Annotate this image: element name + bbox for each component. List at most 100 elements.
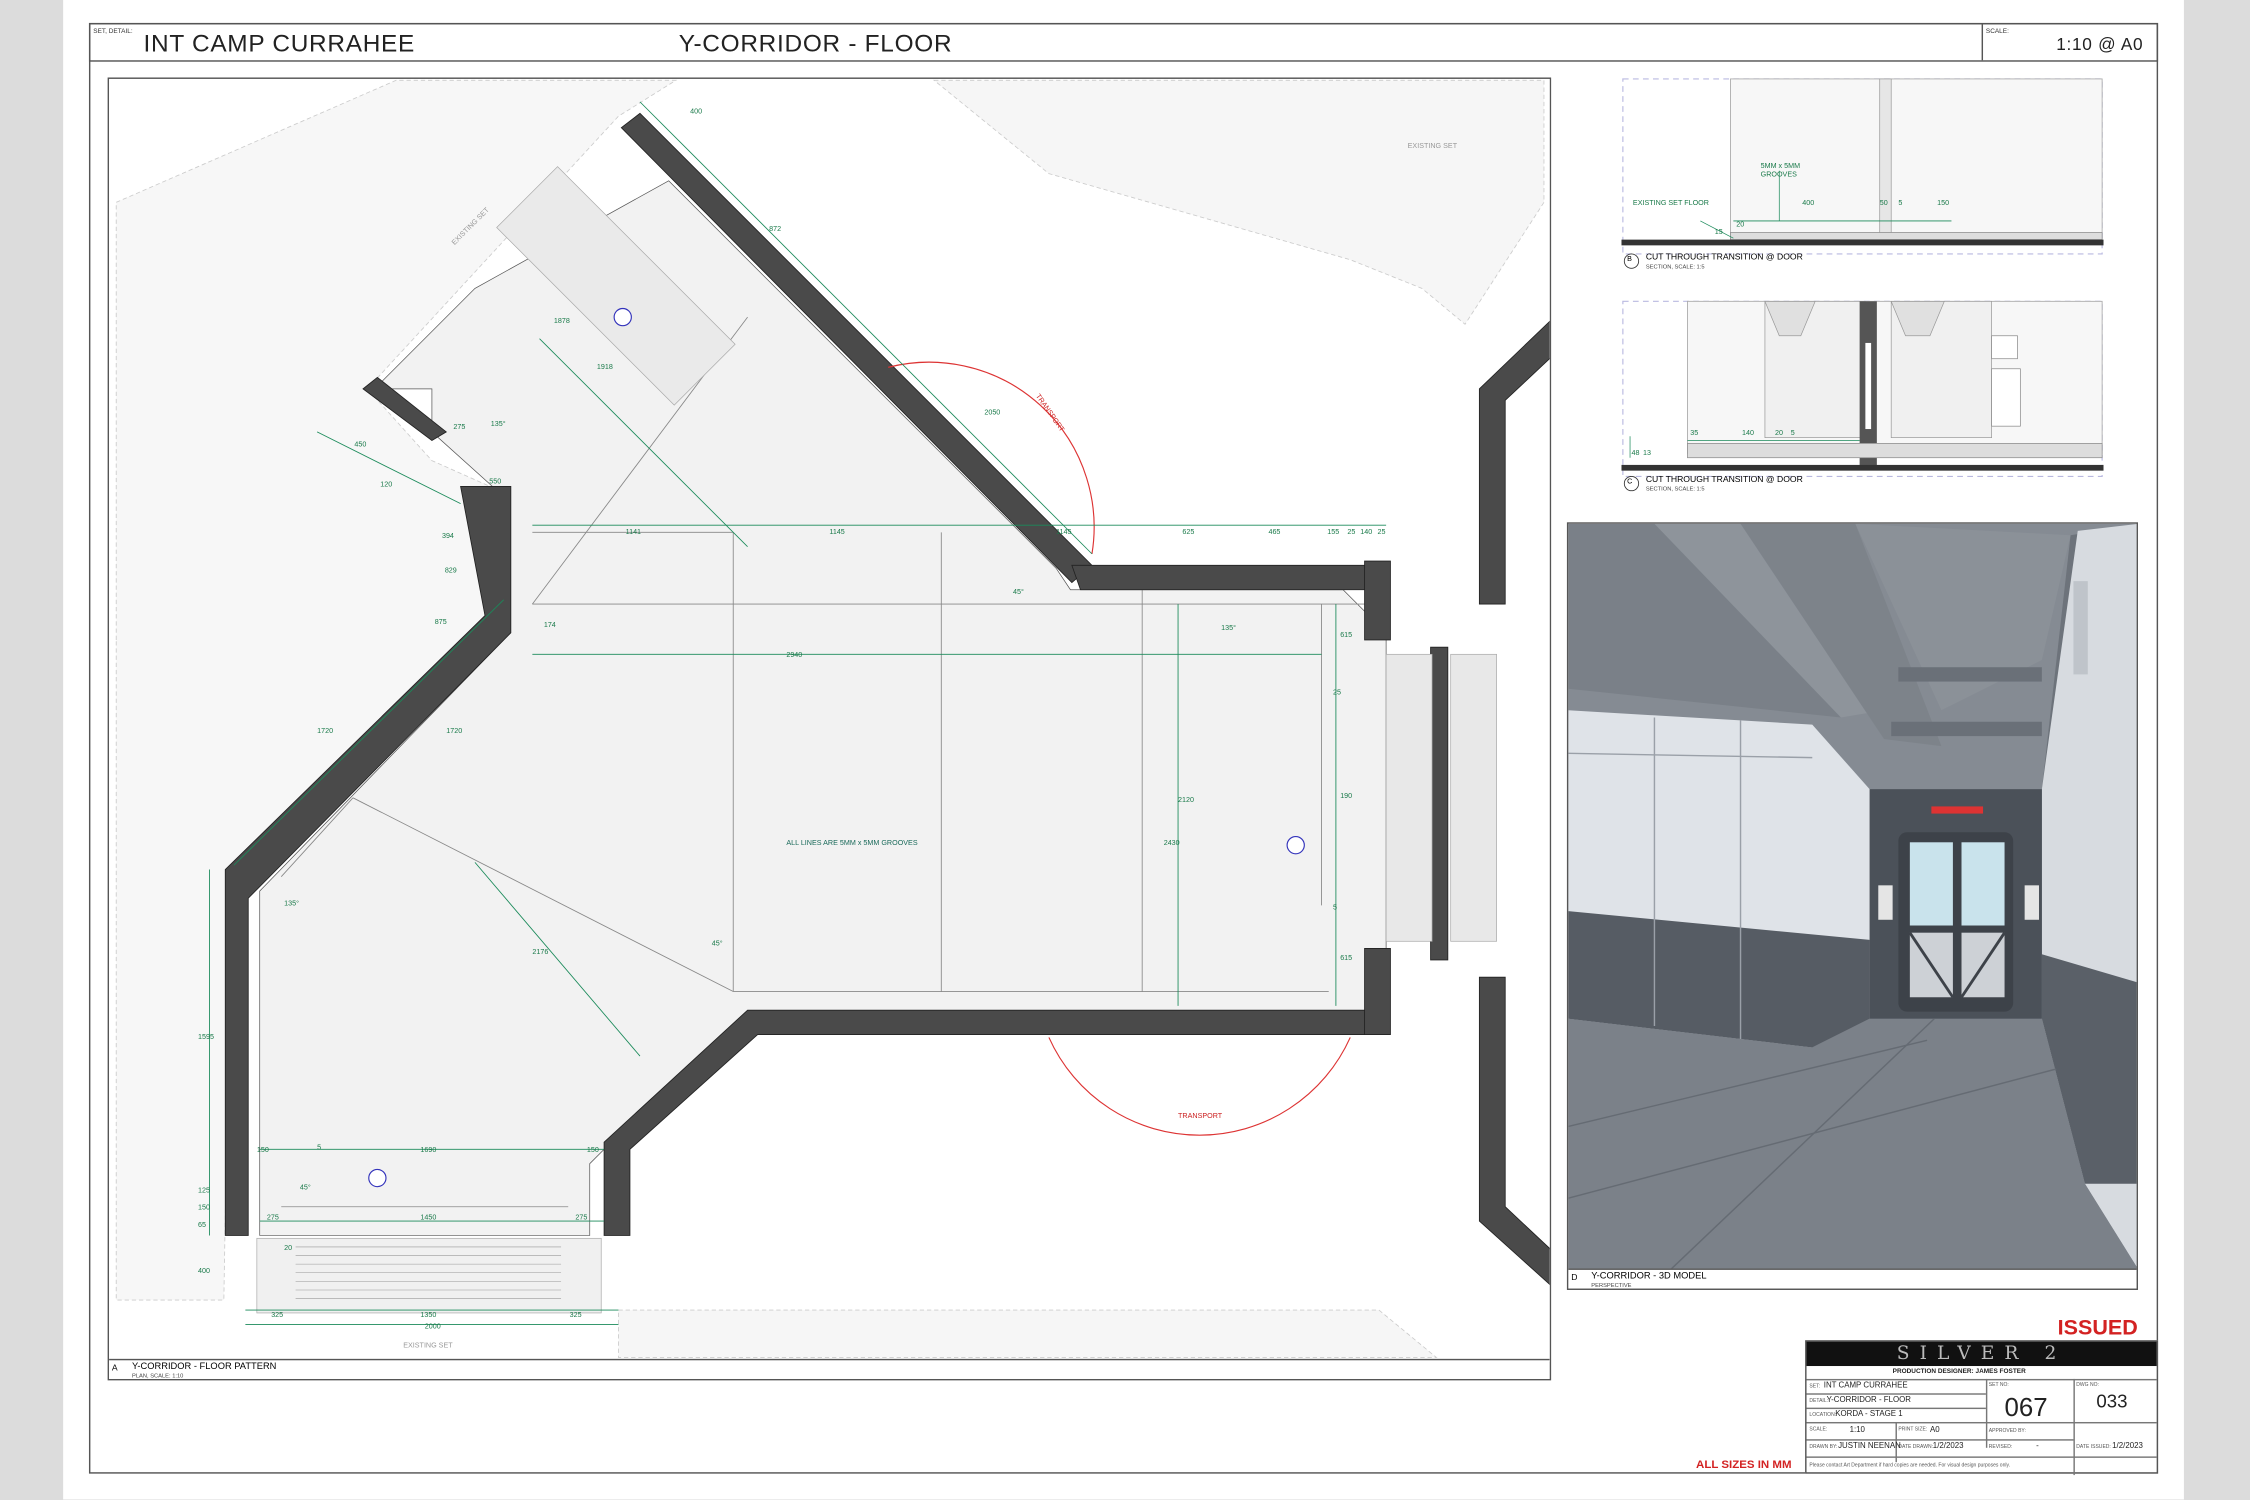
section-c-drawing <box>1621 300 2104 492</box>
title-block-rule-3 <box>1806 1407 1986 1410</box>
tb-date-drawn-label: DATE DRAWN: <box>1898 1443 1933 1450</box>
tb-print-size: A0 <box>1929 1426 1940 1435</box>
dim-155: 155 <box>1327 528 1340 537</box>
tb-location-label: LOCATION: <box>1809 1411 1837 1418</box>
tb-drawn-by-label: DRAWN BY: <box>1809 1443 1838 1450</box>
dim-120: 120 <box>380 480 393 490</box>
transport-label-upper: TRANSPORT <box>1033 392 1066 434</box>
angle-135-c: 135° <box>284 899 299 909</box>
title-block-rule-6 <box>1806 1456 2157 1458</box>
header-strip: SET, DETAIL: INT CAMP CURRAHEE Y-CORRIDO… <box>88 22 2159 62</box>
dim-1595: 1595 <box>198 1033 214 1042</box>
model-letter: D <box>1571 1274 1578 1283</box>
transport-label-lower: TRANSPORT <box>1178 1112 1223 1121</box>
angle-135-b: 135° <box>490 420 506 430</box>
dim-400-a: 400 <box>198 1267 210 1276</box>
tb-date-issued: 1/2/2023 <box>2112 1442 2143 1451</box>
section-c-dim-48: 48 <box>1631 449 1640 458</box>
angle-45-b: 45° <box>711 939 723 949</box>
title-block-rule-5 <box>1806 1439 2074 1441</box>
dim-25-a: 25 <box>1347 528 1356 537</box>
dim-400-b: 400 <box>690 107 703 117</box>
plan-subtitle: PLAN, SCALE: 1:10 <box>132 1371 184 1379</box>
tb-set-no: 067 <box>2004 1393 2048 1422</box>
dim-1141: 1141 <box>625 528 642 537</box>
dim-872: 872 <box>769 225 782 234</box>
dim-5-a: 5 <box>1333 903 1338 913</box>
section-c-dim-35: 35 <box>1690 429 1699 438</box>
dim-150-a: 150 <box>256 1146 269 1156</box>
dim-875: 875 <box>434 618 447 628</box>
section-c-title: CUT THROUGH TRANSITION @ DOOR <box>1645 476 1803 485</box>
dim-1878: 1878 <box>553 317 570 326</box>
tb-dwg-no: 033 <box>2096 1390 2128 1412</box>
dim-1350: 1350 <box>420 1311 437 1321</box>
dim-450: 450 <box>354 440 367 450</box>
tb-scale-label: SCALE: <box>1809 1426 1828 1433</box>
header-divider <box>1981 24 1984 61</box>
plan-annotations: 1141 1145 1145 625 465 155 25 140 25 294… <box>109 79 1550 1362</box>
tb-footer-note: Please contact Art Department if hard co… <box>1809 1462 2011 1468</box>
corridor-3d-render <box>1568 523 2137 1272</box>
section-b-letter: B <box>1627 255 1632 265</box>
section-c-letter: C <box>1627 477 1633 487</box>
dim-275-c: 275 <box>453 423 466 432</box>
set-name: INT CAMP CURRAHEE <box>143 30 416 58</box>
model-panel: D Y-CORRIDOR - 3D MODEL PERSPECTIVE <box>1566 522 2139 1290</box>
set-detail-label: SET, DETAIL: <box>93 27 133 35</box>
dim-65: 65 <box>198 1221 206 1230</box>
tb-detail-label: DETAIL: <box>1809 1397 1829 1404</box>
dim-550: 550 <box>489 477 502 487</box>
dim-1450: 1450 <box>420 1213 437 1223</box>
detail-name: Y-CORRIDOR - FLOOR <box>678 30 953 58</box>
title-block-rule-2 <box>1806 1393 1986 1395</box>
dim-20: 20 <box>284 1244 293 1253</box>
dim-2430: 2430 <box>1163 839 1180 849</box>
dim-2940: 2940 <box>786 651 803 661</box>
tb-drawn-by: JUSTIN NEENAN <box>1838 1442 1901 1451</box>
dim-275-a: 275 <box>266 1213 279 1223</box>
tb-set-label: SET: <box>1809 1383 1821 1389</box>
scale-label: SCALE: <box>1985 27 2009 35</box>
dim-150-c: 150 <box>198 1203 210 1213</box>
plan-panel: 1141 1145 1145 625 465 155 25 140 25 294… <box>107 77 1552 1381</box>
drawing-root: SET, DETAIL: INT CAMP CURRAHEE Y-CORRIDO… <box>0 0 2250 1500</box>
section-c-dim-5: 5 <box>1790 429 1795 438</box>
dim-2050: 2050 <box>984 408 1001 418</box>
tb-print-size-label: PRINT SIZE: <box>1898 1426 1928 1433</box>
dim-150-b: 150 <box>586 1146 599 1156</box>
dim-1720-b: 1720 <box>446 727 463 737</box>
section-b-subtitle: SECTION, SCALE: 1:5 <box>1645 262 1705 270</box>
dim-394: 394 <box>441 532 454 541</box>
dim-275-b: 275 <box>575 1213 588 1223</box>
dim-1145-a: 1145 <box>829 528 845 537</box>
dim-1918: 1918 <box>596 363 613 372</box>
dim-2000: 2000 <box>424 1322 441 1332</box>
scale-value: 1:10 @ A0 <box>2056 34 2144 55</box>
dim-2120: 2120 <box>1178 796 1195 805</box>
dim-140: 140 <box>1360 528 1373 537</box>
section-b-panel: 5MM x 5MM GROOVES EXISTING SET FLOOR 400… <box>1621 77 2104 272</box>
model-label-strip: D Y-CORRIDOR - 3D MODEL PERSPECTIVE <box>1568 1268 2137 1289</box>
tb-approved-label: APPROVED BY: <box>1988 1427 2026 1434</box>
angle-45-a: 45° <box>1013 588 1024 597</box>
tb-set-no-label: SET NO: <box>1988 1381 2009 1388</box>
plan-label-strip: A Y-CORRIDOR - FLOOR PATTERN PLAN, SCALE… <box>109 1358 1550 1379</box>
section-c-dim-20: 20 <box>1774 429 1783 438</box>
dim-325-a: 325 <box>271 1311 284 1321</box>
grooves-note: ALL LINES ARE 5MM x 5MM GROOVES <box>786 839 918 849</box>
production-logo: SILVER 2 <box>1806 1341 2157 1367</box>
model-subtitle: PERSPECTIVE <box>1591 1281 1632 1289</box>
dim-25-b: 25 <box>1377 528 1386 537</box>
all-sizes-note: ALL SIZES IN MM <box>1696 1457 1792 1471</box>
title-block: SILVER 2 PRODUCTION DESIGNER: JAMES FOST… <box>1805 1340 2159 1476</box>
section-b-title: CUT THROUGH TRANSITION @ DOOR <box>1645 253 1803 263</box>
dim-25-c: 25 <box>1333 688 1342 698</box>
section-b-dim-150: 150 <box>1937 199 1950 209</box>
dim-325-b: 325 <box>569 1311 582 1321</box>
dim-1145-b: 1145 <box>1056 528 1072 537</box>
dim-1690: 1690 <box>420 1146 437 1156</box>
issued-stamp: ISSUED <box>2057 1315 2138 1341</box>
section-c-panel: 35 140 20 5 48 13 C CUT THROUGH TRANSITI… <box>1621 300 2104 495</box>
angle-135-a: 135° <box>1221 624 1236 633</box>
